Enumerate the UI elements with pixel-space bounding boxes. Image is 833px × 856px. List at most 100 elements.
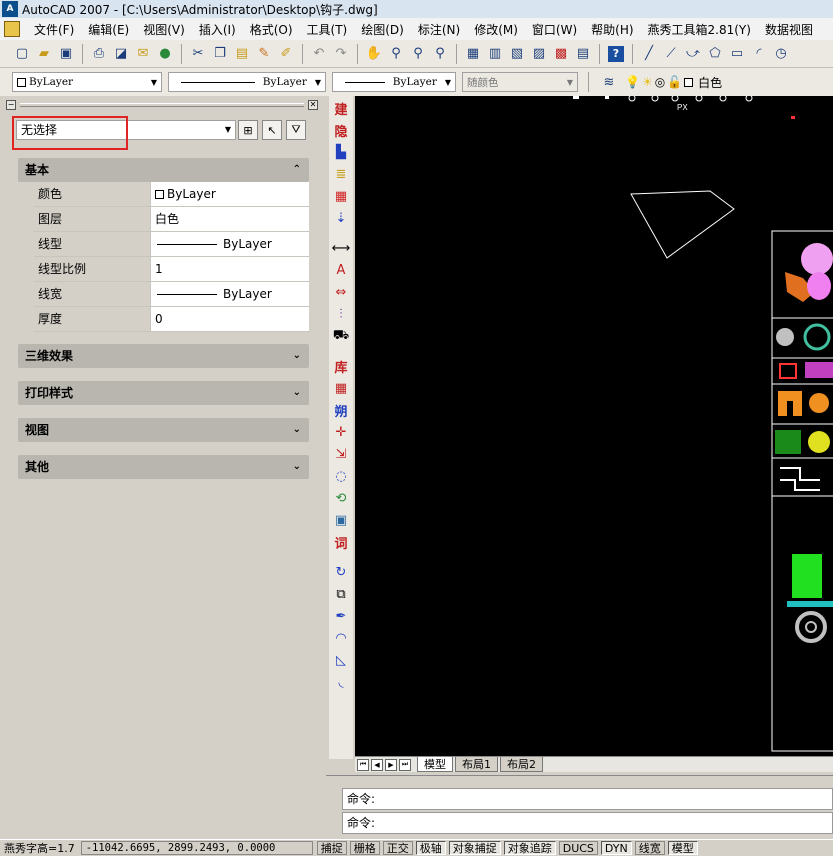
lineweight-dropdown[interactable]: ByLayer ▼ bbox=[332, 72, 456, 92]
next-tab-icon[interactable]: ▶ bbox=[385, 758, 397, 771]
palette-titlebar[interactable]: − ✕ bbox=[6, 100, 318, 110]
section-general[interactable]: 基本 ⌃ bbox=[18, 158, 309, 182]
grid-toggle[interactable]: 栅格 bbox=[349, 840, 380, 855]
zoom-previous-icon[interactable]: ⚲ bbox=[430, 44, 450, 64]
circle-tool-icon[interactable]: ◌ bbox=[331, 466, 351, 486]
layer-control[interactable]: 💡 ☀ ◎ 🔓 白色 bbox=[625, 74, 722, 91]
rotate-tool-icon[interactable]: ⟲ bbox=[331, 488, 351, 508]
pen-tool-icon[interactable]: ✒ bbox=[331, 606, 351, 626]
quick-select-icon[interactable]: ⛛ bbox=[286, 120, 306, 140]
last-tab-icon[interactable]: ⏭ bbox=[399, 758, 411, 771]
save-icon[interactable]: ▣ bbox=[56, 44, 76, 64]
section-3d-effects[interactable]: 三维效果 ⌄ bbox=[18, 344, 309, 368]
linetype-dropdown[interactable]: ByLayer ▼ bbox=[168, 72, 326, 92]
line-icon[interactable]: ╱ bbox=[639, 44, 659, 64]
menu-format[interactable]: 格式(O) bbox=[250, 21, 293, 38]
markup-icon[interactable]: ▩ bbox=[551, 44, 571, 64]
table-tool-icon[interactable]: ▦ bbox=[331, 378, 351, 398]
section-misc[interactable]: 其他 ⌄ bbox=[18, 455, 309, 479]
fillet-icon[interactable]: ◠ bbox=[331, 628, 351, 648]
polygon-shape[interactable] bbox=[630, 190, 735, 259]
menu-draw[interactable]: 绘图(D) bbox=[361, 21, 404, 38]
section-view[interactable]: 视图 ⌄ bbox=[18, 418, 309, 442]
document-menu-icon[interactable] bbox=[4, 21, 20, 37]
layer-stack-icon[interactable]: ≣ bbox=[331, 164, 351, 184]
osnap-toggle[interactable]: 对象捕捉 bbox=[448, 840, 501, 855]
toolbar-label-shuo[interactable]: 朔 bbox=[331, 400, 351, 420]
new-file-icon[interactable]: ▢ bbox=[12, 44, 32, 64]
pan-icon[interactable]: ✋ bbox=[364, 44, 384, 64]
menu-yanxiu-toolbox[interactable]: 燕秀工具箱2.81(Y) bbox=[648, 21, 751, 38]
publish-icon[interactable]: ✉ bbox=[133, 44, 153, 64]
orbit-icon[interactable]: ↻ bbox=[331, 562, 351, 582]
help-icon[interactable]: ? bbox=[608, 45, 624, 62]
menu-insert[interactable]: 插入(I) bbox=[199, 21, 236, 38]
toolbar-label-ku[interactable]: 库 bbox=[331, 356, 351, 376]
menu-dimension[interactable]: 标注(N) bbox=[418, 21, 460, 38]
arc-tool-icon[interactable]: ◟ bbox=[331, 672, 351, 692]
dyn-toggle[interactable]: DYN bbox=[600, 840, 632, 855]
print-icon[interactable]: ⎙ bbox=[89, 44, 109, 64]
toolbar-label-ci[interactable]: 词 bbox=[331, 532, 351, 552]
first-tab-icon[interactable]: ⏮ bbox=[357, 758, 369, 771]
print-preview-icon[interactable]: ◪ bbox=[111, 44, 131, 64]
measure-icon[interactable]: ⫶ bbox=[331, 304, 351, 324]
ortho-toggle[interactable]: 正交 bbox=[382, 840, 413, 855]
color-grid-icon[interactable]: ▦ bbox=[331, 186, 351, 206]
property-row-layer[interactable]: 图层 白色 bbox=[34, 207, 309, 232]
tab-layout1[interactable]: 布局1 bbox=[455, 757, 498, 772]
drawing-canvas[interactable]: PX bbox=[355, 96, 833, 756]
snap-toggle[interactable]: 捕捉 bbox=[316, 840, 347, 855]
color-dropdown[interactable]: ByLayer ▼ bbox=[12, 72, 162, 92]
layer-tool-icon[interactable]: ▙ bbox=[331, 142, 351, 162]
menu-window[interactable]: 窗口(W) bbox=[532, 21, 577, 38]
palette-menu-icon[interactable]: − bbox=[6, 100, 16, 110]
toolbar-label-jian[interactable]: 建 bbox=[331, 98, 351, 118]
property-row-linetype-scale[interactable]: 线型比例 1 bbox=[34, 257, 309, 282]
tool-palettes-icon[interactable]: ▧ bbox=[507, 44, 527, 64]
close-icon[interactable]: ✕ bbox=[308, 100, 318, 110]
match-properties-icon[interactable]: ✎ bbox=[254, 44, 274, 64]
coordinate-readout[interactable]: -11042.6695, 2899.2493, 0.0000 bbox=[80, 840, 313, 855]
text-style-icon[interactable]: A bbox=[331, 260, 351, 280]
redo-icon[interactable]: ↷ bbox=[331, 44, 351, 64]
dimension-aligned-icon[interactable]: ⇔ bbox=[331, 282, 351, 302]
arc-icon[interactable]: ◜ bbox=[749, 44, 769, 64]
array-icon[interactable]: ⧉ bbox=[331, 584, 351, 604]
property-row-color[interactable]: 颜色 ByLayer bbox=[34, 182, 309, 207]
command-input[interactable]: 命令: bbox=[342, 812, 833, 834]
prev-tab-icon[interactable]: ◀ bbox=[371, 758, 383, 771]
menu-modify[interactable]: 修改(M) bbox=[474, 21, 518, 38]
crosshair-icon[interactable]: ✛ bbox=[331, 422, 351, 442]
chamfer-icon[interactable]: ◺ bbox=[331, 650, 351, 670]
zoom-window-icon[interactable]: ⚲ bbox=[408, 44, 428, 64]
undo-icon[interactable]: ↶ bbox=[309, 44, 329, 64]
linetype-tool-icon[interactable]: ⇣ bbox=[331, 208, 351, 228]
menu-edit[interactable]: 编辑(E) bbox=[88, 21, 129, 38]
menu-tools[interactable]: 工具(T) bbox=[307, 21, 348, 38]
polyline-icon[interactable]: ⤻ bbox=[683, 44, 703, 64]
paste-icon[interactable]: ▤ bbox=[232, 44, 252, 64]
menu-file[interactable]: 文件(F) bbox=[34, 21, 74, 38]
tab-layout2[interactable]: 布局2 bbox=[500, 757, 543, 772]
tab-model[interactable]: 模型 bbox=[417, 757, 453, 772]
dimension-linear-icon[interactable]: ⟷ bbox=[331, 238, 351, 258]
polygon-icon[interactable]: ⬠ bbox=[705, 44, 725, 64]
toggle-pickadd-icon[interactable]: ⊞ bbox=[238, 120, 258, 140]
model-toggle[interactable]: 模型 bbox=[667, 840, 698, 855]
menu-help[interactable]: 帮助(H) bbox=[591, 21, 633, 38]
property-row-thickness[interactable]: 厚度 0 bbox=[34, 307, 309, 332]
car-tool-icon[interactable]: ⛟ bbox=[331, 326, 351, 346]
open-file-icon[interactable]: ▰ bbox=[34, 44, 54, 64]
otrack-toggle[interactable]: 对象追踪 bbox=[503, 840, 556, 855]
property-row-lineweight[interactable]: 线宽 ByLayer bbox=[34, 282, 309, 307]
ducs-toggle[interactable]: DUCS bbox=[558, 840, 598, 855]
sheet-set-icon[interactable]: ▨ bbox=[529, 44, 549, 64]
property-row-linetype[interactable]: 线型 ByLayer bbox=[34, 232, 309, 257]
copy-icon[interactable]: ❐ bbox=[210, 44, 230, 64]
rectangle-icon[interactable]: ▭ bbox=[727, 44, 747, 64]
screen-tool-icon[interactable]: ▣ bbox=[331, 510, 351, 530]
transform-tool-icon[interactable]: ⇲ bbox=[331, 444, 351, 464]
toolbar-label-yin[interactable]: 隐 bbox=[331, 120, 351, 140]
design-center-icon[interactable]: ▥ bbox=[485, 44, 505, 64]
